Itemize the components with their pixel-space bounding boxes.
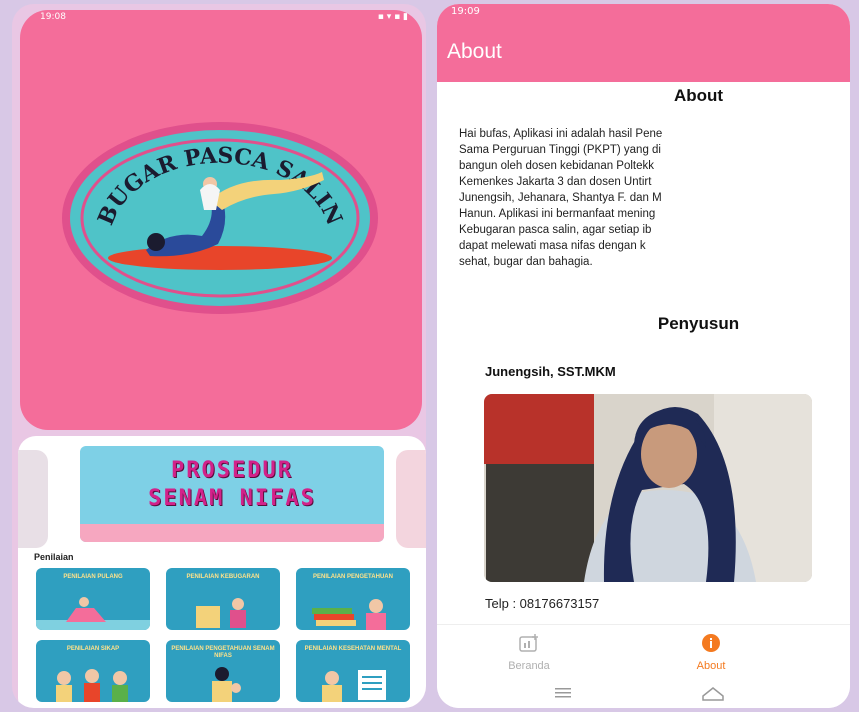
- app-bar: 19:09 About: [437, 4, 850, 82]
- banner-line-1: PROSEDUR: [171, 458, 293, 483]
- banner-line-2: SENAM NIFAS: [148, 486, 316, 511]
- about-line: Hanun. Aplikasi ini bermanfaat mening: [459, 208, 656, 220]
- tile-label: Penilaian Pengetahuan: [313, 574, 393, 580]
- banner-decoration: [80, 524, 384, 542]
- carousel-next-preview[interactable]: [396, 450, 426, 548]
- tile-label: Penilaian Pengetahuan Senam Nifas: [171, 646, 275, 659]
- about-line: sehat, bugar dan bahagia.: [459, 256, 593, 268]
- prosedur-senam-nifas-banner[interactable]: PROSEDUR SENAM NIFAS: [80, 446, 384, 542]
- menu-card: PROSEDUR SENAM NIFAS Penilaian Penilaian…: [18, 436, 426, 708]
- about-line: Kebugaran pasca salin, agar setiap ib: [459, 224, 652, 236]
- people-illustration-icon: [56, 669, 128, 702]
- status-bar: 19:08 ▪ ▾ ▪ ▮: [20, 10, 422, 26]
- recent-apps-icon[interactable]: [555, 688, 571, 698]
- tile-label: Penilaian Pulang: [63, 574, 123, 580]
- tile-penilaian-kesehatan-mental[interactable]: Penilaian Kesehatan Mental: [296, 640, 410, 702]
- tile-penilaian-pengetahuan[interactable]: Penilaian Pengetahuan: [296, 568, 410, 630]
- bugar-pasca-salin-logo: BUGAR PASCA SALIN: [60, 118, 380, 318]
- author-name: Junengsih, SST.MKM: [485, 364, 616, 379]
- left-phone-screen: 19:08 ▪ ▾ ▪ ▮ BUGAR PASCA SALIN: [12, 4, 426, 708]
- home-icon[interactable]: [702, 687, 724, 701]
- exercise-illustration-icon: [36, 597, 150, 630]
- about-heading: About: [673, 86, 724, 105]
- tile-label: Penilaian Sikap: [66, 646, 120, 652]
- section-label: Penilaian: [34, 552, 74, 562]
- splash-panel: 19:08 ▪ ▾ ▪ ▮ BUGAR PASCA SALIN: [20, 10, 422, 430]
- app-bar-title: About: [447, 40, 502, 63]
- dashboard-icon: [519, 634, 538, 652]
- carousel-prev-preview[interactable]: [18, 450, 48, 548]
- nav-item-about[interactable]: About: [651, 633, 771, 672]
- bottom-navigation: Beranda About: [437, 624, 850, 678]
- author-phone: Telp : 08176673157: [485, 596, 600, 611]
- author-photo: [484, 394, 812, 582]
- status-icons: ▪ ▾ ▪ ▮: [377, 12, 408, 22]
- about-description: Hai bufas, Aplikasi ini adalah hasil Pen…: [459, 126, 850, 270]
- mother-baby-illustration-icon: [212, 667, 241, 702]
- about-line: Junengsih, Jehanara, Shantya F. dan M: [459, 192, 662, 204]
- about-line: Sama Perguruan Tinggi (PKPT) yang di: [459, 144, 661, 156]
- penyusun-heading: Penyusun: [657, 314, 740, 333]
- tile-penilaian-senam-nifas[interactable]: Penilaian Pengetahuan Senam Nifas: [166, 640, 280, 702]
- status-time: 19:09: [451, 6, 480, 17]
- checklist-illustration-icon: [322, 670, 386, 702]
- nav-item-beranda[interactable]: Beranda: [469, 633, 589, 672]
- books-illustration-icon: [312, 599, 386, 630]
- about-line: Kemenkes Jakarta 3 dan dosen Untirt: [459, 176, 652, 188]
- nav-label-about: About: [696, 660, 726, 672]
- tile-penilaian-pulang[interactable]: Penilaian Pulang: [36, 568, 150, 630]
- about-line: bangun oleh dosen kebidanan Poltekk: [459, 160, 655, 172]
- fitness-illustration-icon: [196, 598, 246, 628]
- nav-label-beranda: Beranda: [508, 660, 550, 672]
- about-line: dapat melewati masa nifas dengan k: [459, 240, 646, 252]
- about-line: Hai bufas, Aplikasi ini adalah hasil Pen…: [459, 128, 663, 140]
- right-phone-screen: 19:09 About About Hai bufas, Aplikasi in…: [437, 4, 850, 708]
- status-time: 19:08: [40, 12, 66, 22]
- tile-penilaian-sikap[interactable]: Penilaian Sikap: [36, 640, 150, 702]
- info-icon: [702, 634, 720, 652]
- tile-label: Penilaian Kesehatan Mental: [304, 646, 402, 652]
- tile-label: Penilaian Kebugaran: [186, 574, 260, 580]
- tile-penilaian-kebugaran[interactable]: Penilaian Kebugaran: [166, 568, 280, 630]
- system-navigation-bar: [437, 678, 850, 708]
